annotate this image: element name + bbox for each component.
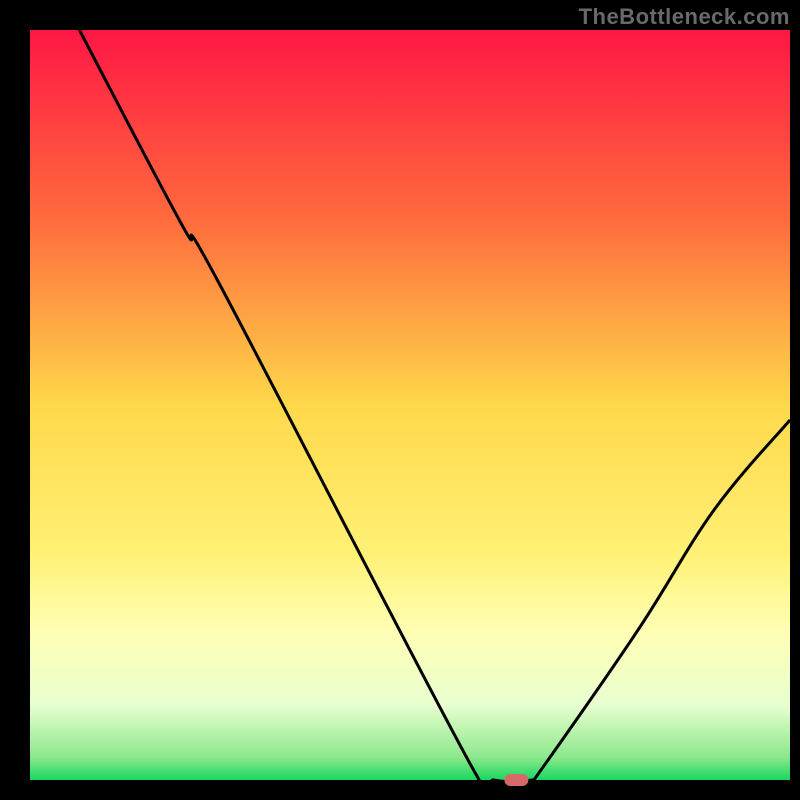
watermark-text: TheBottleneck.com [579, 4, 790, 30]
optimal-marker [504, 774, 528, 786]
plot-gradient-rect [30, 30, 790, 780]
chart-frame: TheBottleneck.com [0, 0, 800, 800]
bottleneck-chart [0, 0, 800, 800]
